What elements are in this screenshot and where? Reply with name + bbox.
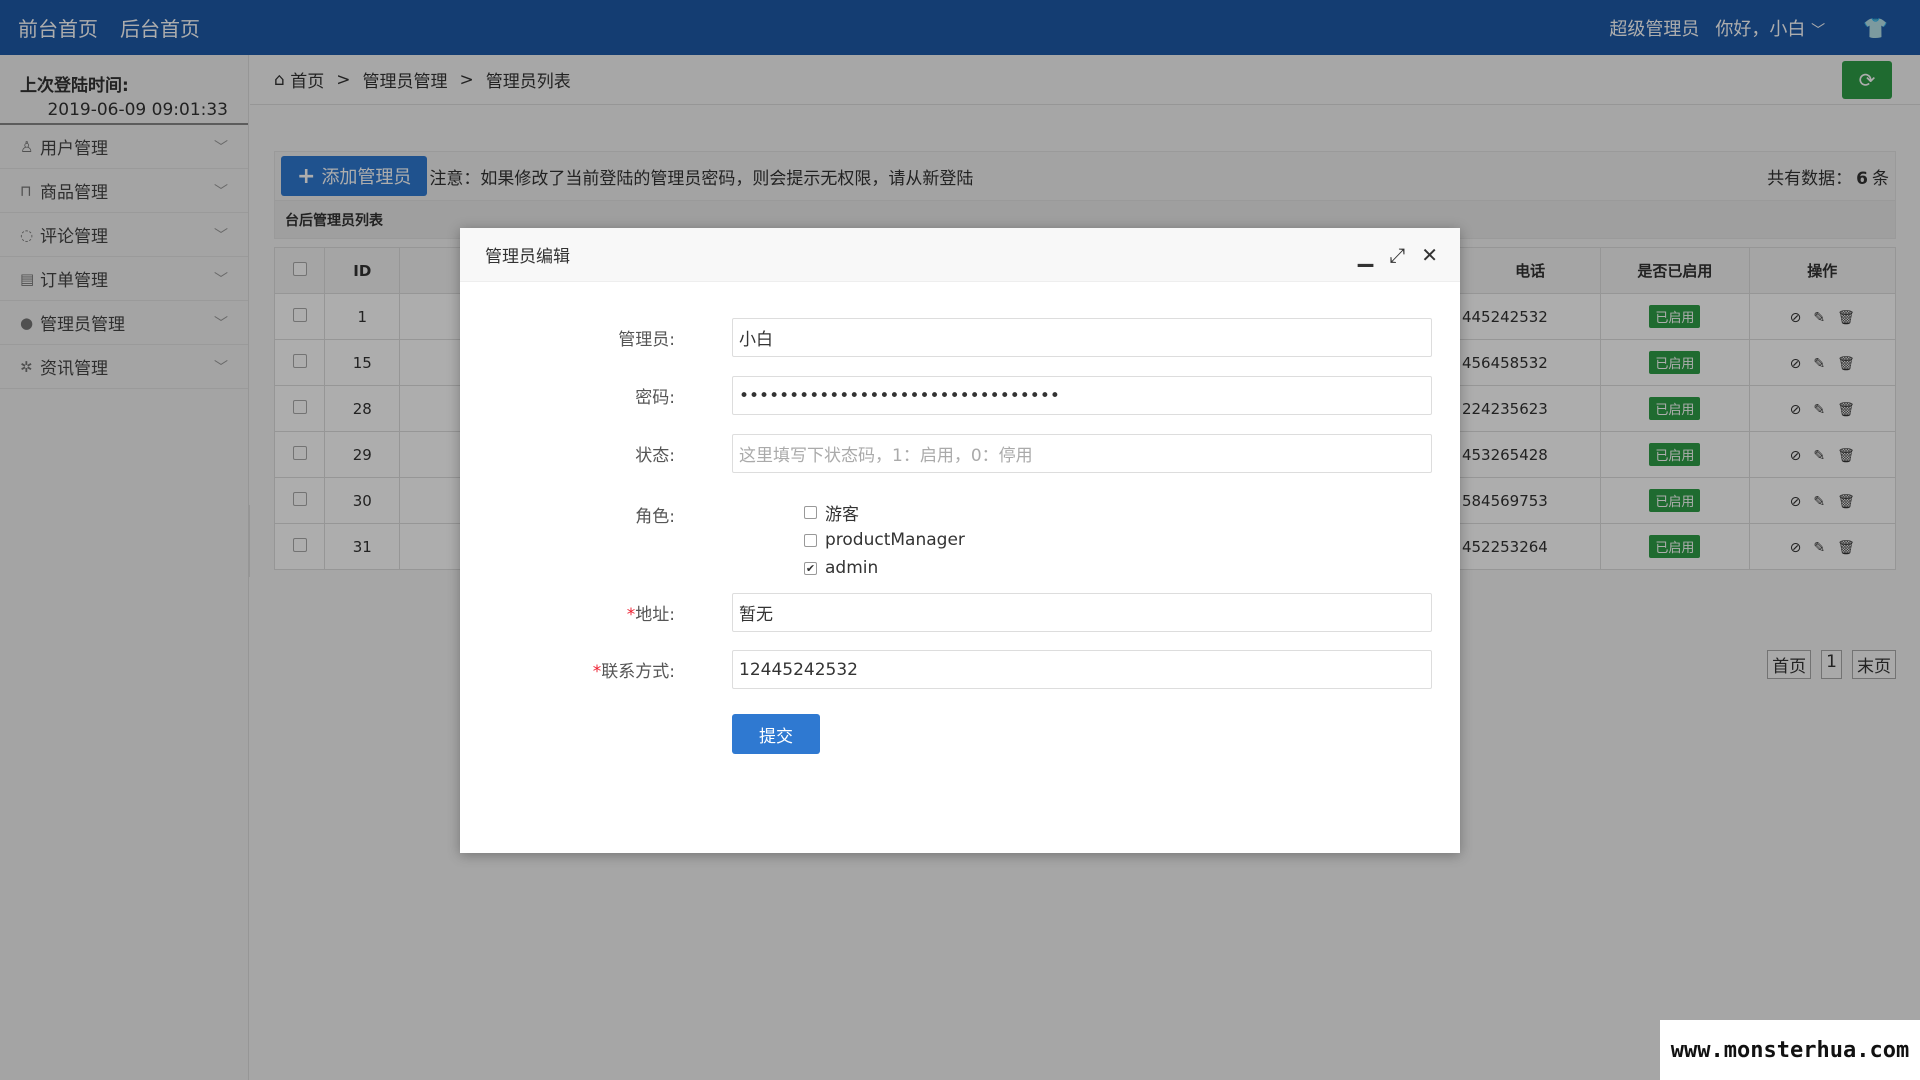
admin-label: 管理员: bbox=[618, 330, 675, 350]
dialog-header: 管理员编辑 ▁ ⤢ ✕ bbox=[460, 228, 1460, 282]
status-label: 状态: bbox=[635, 446, 675, 466]
role-row: 角色: 游客 productManager ✔ admin bbox=[460, 498, 1460, 588]
contact-input[interactable]: 12445242532 bbox=[732, 650, 1432, 689]
password-input[interactable]: •••••••••••••••••••••••••••••••• bbox=[732, 376, 1432, 415]
address-input[interactable]: 暂无 bbox=[732, 593, 1432, 632]
admin-edit-dialog: 管理员编辑 ▁ ⤢ ✕ 管理员: 小白 密码: ••••••••••••••••… bbox=[460, 228, 1460, 853]
role-option[interactable]: 游客 bbox=[804, 498, 965, 526]
admin-row: 管理员: 小白 bbox=[460, 318, 1460, 357]
role-name: admin bbox=[825, 558, 879, 578]
contact-label: *联系方式: bbox=[460, 657, 685, 682]
password-row: 密码: •••••••••••••••••••••••••••••••• bbox=[460, 376, 1460, 415]
close-icon[interactable]: ✕ bbox=[1421, 243, 1438, 267]
role-checkbox-2[interactable]: ✔ bbox=[804, 561, 817, 575]
required-mark: * bbox=[592, 662, 602, 682]
role-checkbox-1[interactable] bbox=[804, 533, 817, 547]
address-label-text: 地址: bbox=[635, 605, 675, 625]
status-input[interactable]: 这里填写下状态码，1：启用，0：停用 bbox=[732, 434, 1432, 473]
role-label: 角色: bbox=[635, 507, 675, 527]
role-option[interactable]: productManager bbox=[804, 526, 965, 554]
status-row: 状态: 这里填写下状态码，1：启用，0：停用 bbox=[460, 434, 1460, 473]
role-option[interactable]: ✔ admin bbox=[804, 554, 965, 582]
dialog-title: 管理员编辑 bbox=[485, 247, 570, 267]
required-mark: * bbox=[626, 605, 636, 625]
address-label: *地址: bbox=[460, 600, 685, 625]
maximize-icon[interactable]: ⤢ bbox=[1389, 243, 1405, 267]
role-name: 游客 bbox=[825, 504, 859, 525]
submit-button[interactable]: 提交 bbox=[732, 714, 820, 754]
watermark: www.monsterhua.com bbox=[1660, 1020, 1920, 1080]
contact-row: *联系方式: 12445242532 bbox=[460, 650, 1460, 689]
password-label: 密码: bbox=[635, 388, 675, 408]
address-row: *地址: 暂无 bbox=[460, 593, 1460, 632]
role-list: 游客 productManager ✔ admin bbox=[804, 498, 965, 582]
minimize-icon[interactable]: ▁ bbox=[1358, 243, 1373, 267]
role-name: productManager bbox=[825, 530, 965, 550]
role-checkbox-0[interactable] bbox=[804, 505, 817, 519]
admin-name-input[interactable]: 小白 bbox=[732, 318, 1432, 357]
contact-label-text: 联系方式: bbox=[601, 662, 675, 682]
